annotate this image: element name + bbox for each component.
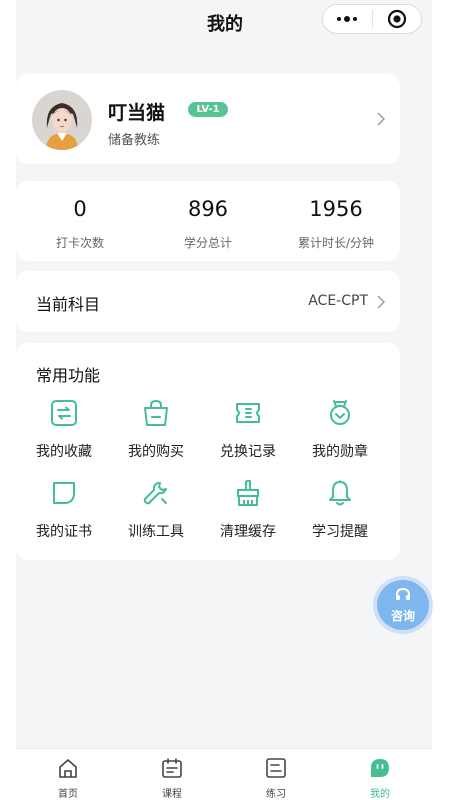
feature-label: 兑换记录: [220, 444, 276, 460]
stat-label: 累计时长/分钟: [297, 236, 375, 250]
title-bar: 我的: [0, 0, 450, 44]
bottom-tab-bar: 首页 课程 练习 我的: [16, 748, 432, 800]
ticket-icon: [236, 403, 260, 423]
level-badge: LV-1: [188, 102, 228, 117]
avatar: [32, 90, 92, 150]
feature-label: 我的收藏: [36, 444, 92, 460]
stat-checkins[interactable]: 0 打卡次数: [16, 181, 144, 261]
feature-label: 训练工具: [128, 524, 184, 540]
certificate-icon: [53, 482, 75, 504]
stat-value: 1956: [309, 197, 363, 221]
mini-program-capsule: [322, 4, 422, 34]
tab-home[interactable]: 首页: [16, 749, 120, 800]
feature-certificates[interactable]: 我的证书: [16, 479, 112, 543]
wrench-icon: [143, 482, 167, 505]
more-dots-icon: [337, 16, 358, 22]
home-icon: [59, 759, 77, 778]
feature-medals[interactable]: 我的勋章: [292, 399, 388, 463]
feature-purchases[interactable]: 我的购买: [108, 399, 204, 463]
user-name: 叮当猫: [108, 102, 166, 124]
tab-mine[interactable]: 我的: [328, 749, 432, 800]
feature-label: 我的购买: [128, 444, 184, 460]
close-circle-icon: [387, 9, 406, 29]
bell-icon: [329, 480, 351, 506]
feature-favorites[interactable]: 我的收藏: [16, 399, 112, 463]
feature-clear-cache[interactable]: 清理缓存: [200, 479, 296, 543]
medal-icon: [330, 400, 350, 425]
favorites-icon: [51, 400, 77, 426]
user-role: 储备教练: [108, 133, 161, 148]
feature-study-reminder[interactable]: 学习提醒: [292, 479, 388, 543]
stat-label: 学分总计: [183, 236, 232, 250]
feature-redeem-records[interactable]: 兑换记录: [200, 399, 296, 463]
calendar-icon: [162, 758, 182, 778]
purchase-bag-icon: [144, 399, 168, 426]
common-features-card: 常用功能 我的收藏 我的购买 兑换记录 我的勋章 我的证书 训练工具 清理缓存 …: [16, 343, 400, 560]
profile-card[interactable]: 叮当猫 LV-1 储备教练: [16, 74, 400, 164]
consult-button[interactable]: 咨询: [377, 580, 429, 630]
stat-credits[interactable]: 896 学分总计: [144, 181, 272, 261]
stats-card: 0 打卡次数 896 学分总计 1956 累计时长/分钟: [16, 181, 400, 261]
tab-courses[interactable]: 课程: [120, 749, 224, 800]
mine-icon: [371, 759, 389, 777]
chevron-right-icon: [377, 295, 385, 309]
tab-label: 首页: [58, 789, 78, 800]
feature-label: 我的证书: [36, 524, 92, 540]
tab-practice[interactable]: 练习: [224, 749, 328, 800]
tab-label: 练习: [266, 789, 286, 800]
stat-label: 打卡次数: [55, 236, 104, 250]
more-button[interactable]: [323, 5, 372, 33]
headset-icon: [396, 587, 410, 600]
consult-label: 咨询: [390, 609, 415, 623]
feature-label: 学习提醒: [312, 524, 368, 540]
app-screen: 我的 叮当猫 LV-1 储备教练 0 打卡次数 896 学分总计 1956 累计…: [0, 0, 450, 800]
stat-value: 896: [187, 197, 229, 221]
current-subject-row[interactable]: 当前科目 ACE-CPT: [16, 271, 400, 332]
feature-label: 清理缓存: [220, 524, 276, 540]
feature-training-tools[interactable]: 训练工具: [108, 479, 204, 543]
current-subject-label: 当前科目: [36, 295, 101, 314]
section-title: 常用功能: [36, 366, 101, 385]
stat-duration[interactable]: 1956 累计时长/分钟: [272, 181, 400, 261]
practice-icon: [266, 758, 286, 778]
current-subject-value: ACE-CPT: [308, 293, 368, 309]
broom-icon: [237, 480, 259, 506]
stat-value: 0: [73, 197, 87, 221]
tab-label: 我的: [370, 789, 390, 800]
close-button[interactable]: [373, 5, 422, 33]
feature-label: 我的勋章: [312, 444, 368, 460]
chevron-right-icon: [377, 112, 385, 126]
tab-label: 课程: [162, 789, 182, 800]
